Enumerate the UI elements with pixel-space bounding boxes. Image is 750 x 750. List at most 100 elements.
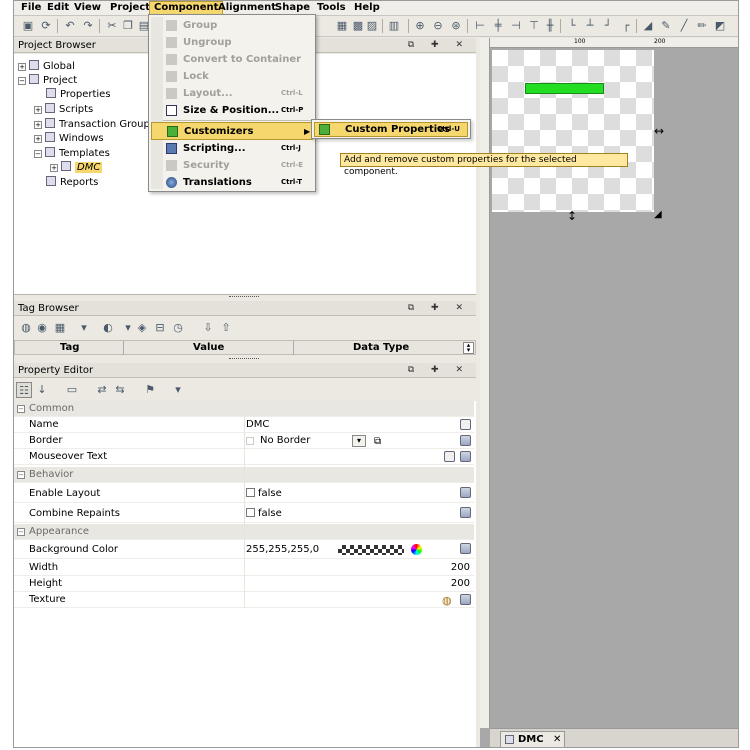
zoom-out-icon[interactable]: ⊖ <box>430 18 446 34</box>
border-editor-icon[interactable]: ⧉ <box>374 434 381 450</box>
export-icon[interactable]: ⇧ <box>218 320 234 336</box>
image-browse-icon[interactable]: ◍ <box>442 593 452 609</box>
menu-item-layout[interactable]: Layout... Ctrl-L <box>151 85 313 102</box>
binding-icon[interactable] <box>460 487 471 498</box>
dropdown-arrow-icon[interactable]: ▾ <box>170 382 186 398</box>
expand-icon[interactable]: + <box>34 121 42 129</box>
collapse-props-icon[interactable]: ▭ <box>64 382 80 398</box>
line-tool-icon[interactable]: ╱ <box>676 18 692 34</box>
menu-item-group[interactable]: Group <box>151 17 313 34</box>
align-center-icon[interactable]: ╪ <box>490 18 506 34</box>
checkbox[interactable] <box>246 488 255 497</box>
binding-icon[interactable] <box>460 507 471 518</box>
zoom-in-icon[interactable]: ⊕ <box>412 18 428 34</box>
column-value[interactable]: Value <box>193 341 224 355</box>
sort-alpha-icon[interactable]: ↓ <box>34 382 50 398</box>
unbind-icon[interactable]: ⇆ <box>112 382 128 398</box>
align-left-icon[interactable]: ⊢ <box>472 18 488 34</box>
align-middle-icon[interactable]: ╫ <box>542 18 558 34</box>
expand-icon[interactable]: + <box>50 164 58 172</box>
cut-icon[interactable]: ✂ <box>104 18 120 34</box>
tree-node-templates[interactable]: − Templates <box>34 147 110 161</box>
template-root-container[interactable] <box>492 50 654 212</box>
category-common[interactable]: − Common <box>14 401 474 417</box>
same-width-icon[interactable]: ┘ <box>600 18 616 34</box>
collapse-icon[interactable]: − <box>34 150 42 158</box>
checkbox[interactable] <box>246 508 255 517</box>
tree-node-properties[interactable]: Properties <box>46 88 111 102</box>
collapse-icon[interactable]: − <box>18 77 26 85</box>
dropdown-arrow-icon[interactable]: ▾ <box>352 435 366 447</box>
expand-icon[interactable]: + <box>18 63 26 71</box>
tree-node-reports[interactable]: Reports <box>46 176 98 190</box>
tag-add-icon[interactable]: ◉ <box>34 320 50 336</box>
group-icon[interactable]: ▦ <box>334 18 350 34</box>
panel-controls[interactable]: ⧉ ✚ ✕ <box>408 301 470 316</box>
tag-link-icon[interactable]: ◈ <box>134 320 150 336</box>
lock-icon[interactable]: ▨ <box>364 18 380 34</box>
align-icon[interactable]: ▥ <box>386 18 402 34</box>
tag-edit-icon[interactable]: ◐ <box>100 320 116 336</box>
align-right-icon[interactable]: ⊣ <box>508 18 524 34</box>
categorized-icon[interactable]: ☷ <box>16 382 32 398</box>
dropdown-arrow-icon[interactable]: ▾ <box>76 320 92 336</box>
align-top-icon[interactable]: ⊤ <box>526 18 542 34</box>
resize-horizontal-handle-icon[interactable]: ↔ <box>654 124 664 138</box>
splitter-handle[interactable] <box>229 358 259 360</box>
collapse-icon[interactable]: − <box>17 471 25 479</box>
panel-controls[interactable]: ⧉ ✚ ✕ <box>408 363 470 378</box>
expand-icon[interactable]: + <box>34 106 42 114</box>
menu-project[interactable]: Project <box>106 2 154 14</box>
text-tool-icon[interactable]: ◩ <box>712 18 728 34</box>
tree-node-transaction-groups[interactable]: + Transaction Groups <box>34 118 155 132</box>
shape-tool-icon[interactable]: ◢ <box>640 18 656 34</box>
pencil-icon[interactable]: ✏ <box>694 18 710 34</box>
collapse-icon[interactable]: − <box>17 405 25 413</box>
menu-item-convert-to-container[interactable]: Convert to Container <box>151 51 313 68</box>
translate-icon[interactable] <box>460 419 471 430</box>
resize-corner-handle-icon[interactable]: ◢ <box>654 209 662 220</box>
distribute-h-icon[interactable]: └ <box>564 18 580 34</box>
copy-icon[interactable]: ❐ <box>120 18 136 34</box>
menu-item-security[interactable]: Security Ctrl-E <box>151 157 313 174</box>
import-icon[interactable]: ⇩ <box>200 320 216 336</box>
panel-controls[interactable]: ⧉ ✚ ✕ <box>408 38 470 53</box>
clock-icon[interactable]: ◷ <box>170 320 186 336</box>
opc-icon[interactable]: ⊟ <box>152 320 168 336</box>
tree-node-project[interactable]: − Project <box>18 74 77 88</box>
menu-help[interactable]: Help <box>350 2 384 14</box>
binding-icon[interactable] <box>460 594 471 605</box>
zoom-fit-icon[interactable]: ⊛ <box>448 18 464 34</box>
tree-node-global[interactable]: + Global <box>18 60 75 74</box>
color-wheel-icon[interactable] <box>411 544 422 555</box>
color-swatch[interactable] <box>338 545 404 555</box>
bind-icon[interactable]: ⇄ <box>94 382 110 398</box>
redo-icon[interactable]: ↷ <box>80 18 96 34</box>
binoculars-icon[interactable]: ◍ <box>18 320 34 336</box>
pen-tool-icon[interactable]: ✎ <box>658 18 674 34</box>
undo-icon[interactable]: ↶ <box>62 18 78 34</box>
binding-icon[interactable] <box>460 543 471 554</box>
refresh-icon[interactable]: ⟳ <box>38 18 54 34</box>
column-chooser-icon[interactable]: ▴ ▾ <box>463 342 474 354</box>
menu-item-translations[interactable]: Translations Ctrl-T <box>151 174 313 191</box>
tree-node-dmc[interactable]: + DMC <box>50 161 103 175</box>
submenu-item-custom-properties[interactable]: Custom Properties Ctrl-U <box>314 122 468 137</box>
tab-dmc[interactable]: DMC ✕ <box>500 731 565 747</box>
translate-icon[interactable] <box>444 451 455 462</box>
menu-view[interactable]: View <box>70 2 105 14</box>
menu-tools[interactable]: Tools <box>313 2 350 14</box>
column-data-type[interactable]: Data Type <box>353 341 409 355</box>
tree-node-scripts[interactable]: + Scripts <box>34 103 93 117</box>
green-rectangle-component[interactable] <box>525 83 604 94</box>
binding-icon[interactable] <box>460 451 471 462</box>
filter-icon[interactable]: ⚑ <box>142 382 158 398</box>
menu-edit[interactable]: Edit <box>43 2 73 14</box>
tree-node-windows[interactable]: + Windows <box>34 132 104 146</box>
tag-table-icon[interactable]: ▦ <box>52 320 68 336</box>
distribute-v-icon[interactable]: ┴ <box>582 18 598 34</box>
same-height-icon[interactable]: ┌ <box>618 18 634 34</box>
menu-item-lock[interactable]: Lock <box>151 68 313 85</box>
menu-item-ungroup[interactable]: Ungroup <box>151 34 313 51</box>
menu-shape[interactable]: Shape <box>271 2 314 14</box>
